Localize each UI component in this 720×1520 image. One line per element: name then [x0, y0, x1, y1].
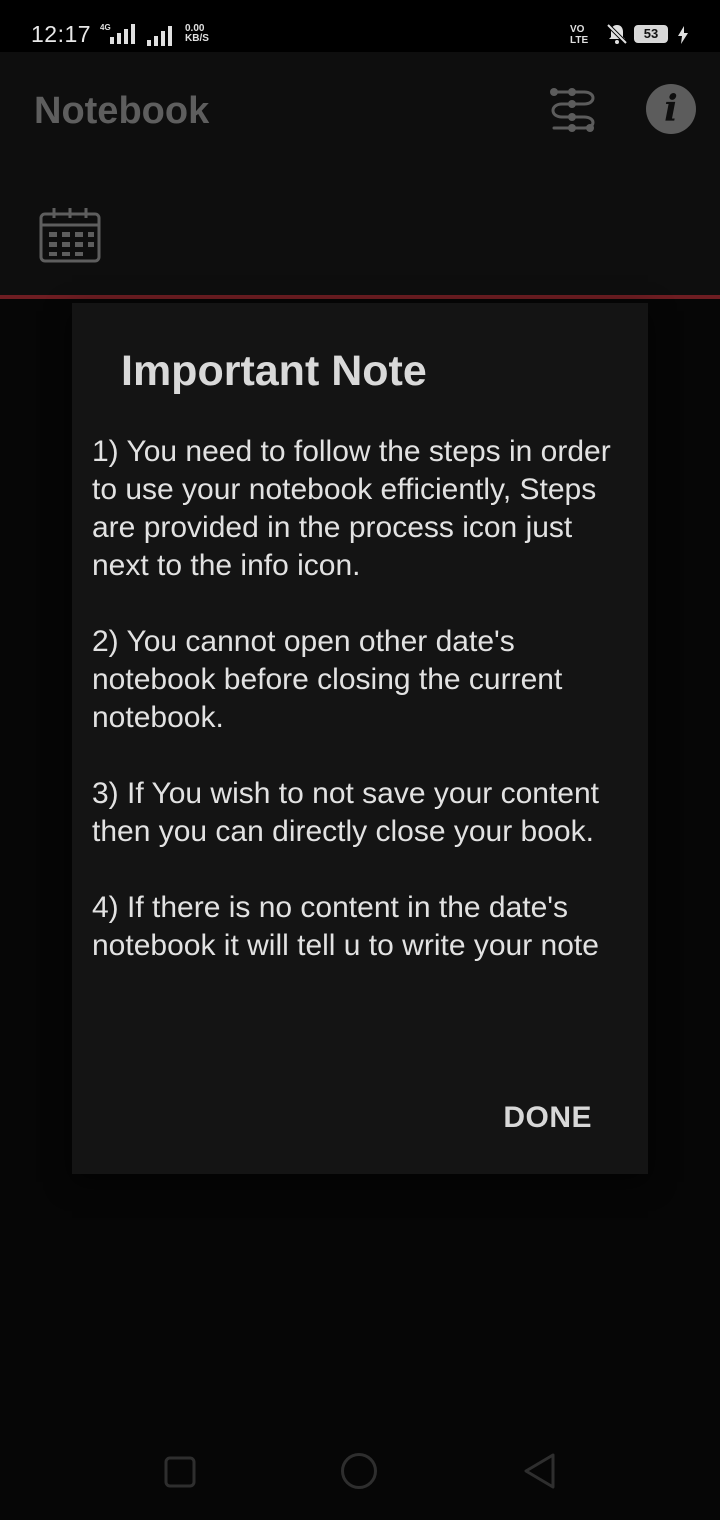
calendar-icon[interactable]	[38, 206, 102, 269]
done-button[interactable]: DONE	[503, 1101, 592, 1135]
important-note-dialog: Important Note 1) You need to follow the…	[72, 303, 648, 1174]
navigation-bar	[0, 1420, 720, 1520]
status-bar: 12:17 4G 0.00 KB/S VO LTE 53	[0, 0, 720, 52]
volte-line1: VO	[570, 24, 585, 35]
toolbar-row	[0, 170, 720, 295]
info-icon[interactable]: i	[646, 84, 696, 134]
note-paragraph: 3) If You wish to not save your content …	[92, 777, 599, 848]
charging-bolt-icon	[677, 26, 689, 49]
app-bar: Notebook i	[0, 52, 720, 170]
network-type-label: 4G	[100, 23, 111, 32]
volte-indicator: VO LTE	[570, 24, 588, 46]
battery-icon: 53	[634, 25, 668, 43]
signal-icon	[147, 26, 179, 51]
signal-icon: 4G	[100, 22, 142, 51]
status-time: 12:17	[31, 21, 92, 47]
speed-unit: KB/S	[185, 33, 209, 44]
dialog-message: 1) You need to follow the steps in order…	[92, 433, 637, 1003]
back-icon[interactable]	[522, 1452, 558, 1495]
recent-apps-icon[interactable]	[164, 1456, 196, 1493]
network-speed: 0.00 KB/S	[185, 24, 215, 44]
note-paragraph: 4) If there is no content in the date's …	[92, 891, 599, 962]
home-icon[interactable]	[340, 1452, 378, 1495]
note-paragraph: 1) You need to follow the steps in order…	[92, 435, 611, 582]
battery-level: 53	[643, 26, 659, 41]
note-paragraph: 2) You cannot open other date's notebook…	[92, 625, 563, 734]
process-icon[interactable]	[546, 84, 600, 141]
screen: 12:17 4G 0.00 KB/S VO LTE 53 Notebook i …	[0, 0, 720, 1520]
bell-muted-icon	[606, 23, 628, 50]
volte-line2: LTE	[570, 35, 589, 46]
dialog-title: Important Note	[121, 347, 427, 395]
app-title: Notebook	[34, 90, 210, 132]
